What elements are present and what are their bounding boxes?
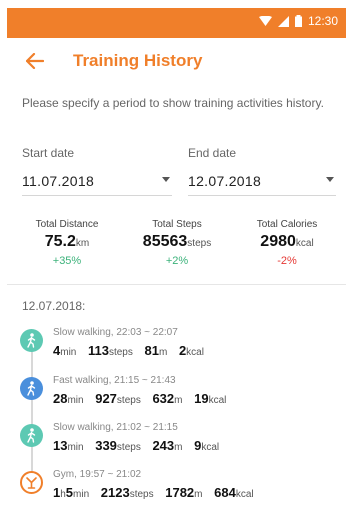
- stat-change: -2%: [277, 255, 297, 267]
- activity-calories: 9kcal: [194, 438, 220, 453]
- activity-duration: 4min: [53, 343, 77, 358]
- start-date-label: Start date: [22, 146, 75, 160]
- stat-value: 85563steps: [142, 233, 212, 250]
- activity-metrics: 28min 927steps 632m 19kcal: [53, 391, 234, 406]
- activity-metrics: 1h5min 2123steps 1782m 684kcal: [53, 485, 262, 500]
- wifi-icon: [258, 15, 272, 27]
- status-time: 12:30: [307, 14, 338, 28]
- page-title: Training History: [73, 51, 203, 70]
- stat-total-steps: Total Steps 85563steps +2%: [122, 219, 232, 267]
- chevron-down-icon: [326, 177, 334, 182]
- activity-title: Slow walking, 21:02 ~ 21:15: [53, 422, 178, 433]
- activity-item[interactable]: Slow walking, 21:02 ~ 21:15 13min 339ste…: [20, 422, 340, 468]
- stat-change: +2%: [165, 255, 189, 267]
- activity-distance: 632m: [152, 391, 183, 406]
- status-bar: 12:30: [7, 8, 346, 38]
- activity-duration: 1h5min: [53, 485, 90, 500]
- activity-calories: 2kcal: [178, 343, 204, 358]
- activity-distance: 1782m: [165, 485, 203, 500]
- activity-metrics: 13min 339steps 243m 9kcal: [53, 438, 227, 453]
- activity-calories: 19kcal: [194, 391, 227, 406]
- activity-distance: 243m: [152, 438, 183, 453]
- period-description: Please specify a period to show training…: [22, 96, 324, 110]
- activity-distance: 81m: [144, 343, 168, 358]
- gym-icon: [20, 471, 43, 494]
- back-arrow-icon: [25, 52, 45, 74]
- stat-total-distance: Total Distance 75.2km +35%: [12, 219, 122, 267]
- stat-label: Total Calories: [256, 219, 318, 230]
- section-date-header: 12.07.2018:: [22, 299, 86, 313]
- app-bar: Training History: [7, 38, 346, 88]
- activity-item[interactable]: Fast walking, 21:15 ~ 21:43 28min 927ste…: [20, 375, 340, 421]
- stat-value: 2980kcal: [260, 233, 314, 250]
- activity-title: Slow walking, 22:03 ~ 22:07: [53, 327, 178, 338]
- activity-steps: 2123steps: [100, 485, 154, 500]
- chevron-down-icon: [162, 177, 170, 182]
- activity-calories: 684kcal: [214, 485, 254, 500]
- activity-item[interactable]: Gym, 19:57 ~ 21:02 1h5min 2123steps 1782…: [20, 469, 340, 511]
- signal-icon: [277, 15, 289, 27]
- end-date-value: 12.07.2018: [188, 173, 262, 189]
- activity-metrics: 4min 113steps 81m 2kcal: [53, 343, 212, 358]
- walking-icon: [20, 424, 43, 447]
- walking-icon: [20, 329, 43, 352]
- walking-icon: [20, 377, 43, 400]
- start-date-select[interactable]: 11.07.2018: [22, 168, 172, 196]
- stat-change: +35%: [52, 255, 82, 267]
- stat-label: Total Distance: [35, 219, 99, 230]
- activity-duration: 13min: [53, 438, 84, 453]
- activity-item[interactable]: Slow walking, 22:03 ~ 22:07 4min 113step…: [20, 327, 340, 373]
- activity-steps: 339steps: [95, 438, 141, 453]
- activity-duration: 28min: [53, 391, 84, 406]
- back-button[interactable]: [21, 49, 49, 77]
- stat-total-calories: Total Calories 2980kcal -2%: [232, 219, 342, 267]
- end-date-select[interactable]: 12.07.2018: [188, 168, 336, 196]
- start-date-value: 11.07.2018: [22, 173, 95, 189]
- stat-label: Total Steps: [152, 219, 202, 230]
- activity-steps: 113steps: [87, 343, 133, 358]
- activity-steps: 927steps: [95, 391, 141, 406]
- activity-title: Gym, 19:57 ~ 21:02: [53, 469, 142, 480]
- battery-icon: [294, 15, 302, 27]
- activity-title: Fast walking, 21:15 ~ 21:43: [53, 375, 176, 386]
- divider: [7, 284, 346, 285]
- stat-value: 75.2km: [44, 233, 90, 250]
- end-date-label: End date: [188, 146, 237, 160]
- status-icons: 12:30: [258, 14, 338, 28]
